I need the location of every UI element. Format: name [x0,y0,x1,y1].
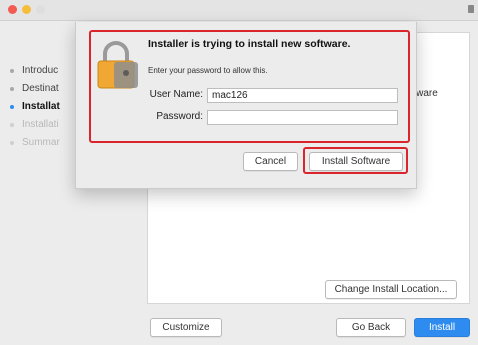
dialog-subtitle: Enter your password to allow this. [148,66,268,75]
step-dot [10,123,14,127]
go-back-button[interactable]: Go Back [336,318,406,337]
step-label: Summar [22,137,60,148]
step-label: Destinat [22,83,59,94]
password-label: Password: [156,111,203,122]
step-dot [10,105,14,109]
title-bar [0,0,478,21]
step-label: Installat [22,101,60,112]
close-button[interactable] [8,5,17,14]
dialog-title: Installer is trying to install new softw… [148,38,351,50]
lock-icon [468,5,474,13]
step-dot [10,87,14,91]
step-label: Installati [22,119,59,130]
step-dot [10,141,14,145]
password-field[interactable] [207,110,398,125]
install-software-button[interactable]: Install Software [309,152,403,171]
username-label: User Name: [149,89,203,100]
padlock-icon [97,41,138,89]
username-field[interactable] [207,88,398,103]
zoom-button[interactable] [36,5,45,14]
step-dot [10,69,14,73]
step-label: Introduc [22,65,59,76]
install-button[interactable]: Install [414,318,470,337]
minimize-button[interactable] [22,5,31,14]
cancel-button[interactable]: Cancel [243,152,298,171]
customize-button[interactable]: Customize [150,318,222,337]
change-install-location-button[interactable]: Change Install Location... [325,280,457,299]
